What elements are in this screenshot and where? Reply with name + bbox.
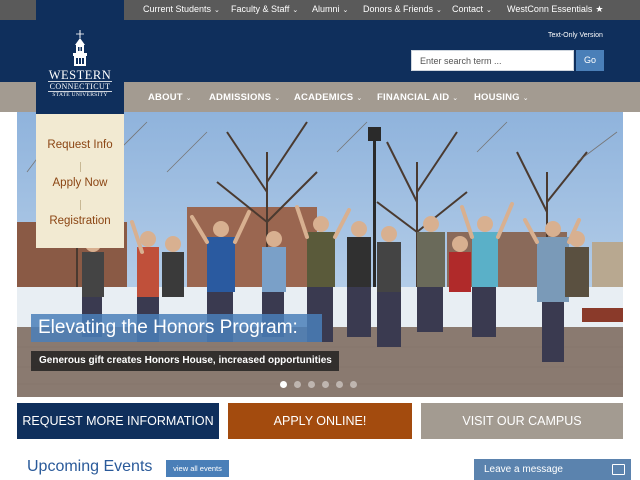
hero-subheadline[interactable]: Generous gift creates Honors House, incr… (31, 351, 339, 371)
slide-dot[interactable] (280, 381, 287, 388)
visit-campus-button[interactable]: VISIT OUR CAMPUS (421, 403, 623, 439)
nav-item-label: HOUSING (474, 92, 520, 103)
slide-dot[interactable] (350, 381, 357, 388)
nav-item-housing[interactable]: HOUSING ⌄ (474, 92, 529, 103)
util-nav-label: Current Students (143, 4, 212, 14)
quick-links-panel: Request Info Apply Now Registration (36, 114, 124, 248)
slide-dot[interactable] (294, 381, 301, 388)
search-go-button[interactable]: Go (576, 50, 604, 71)
chat-label: Leave a message (484, 464, 563, 475)
nav-item-label: ABOUT (148, 92, 183, 103)
nav-item-about[interactable]: ABOUT ⌄ (148, 92, 192, 103)
search-input[interactable] (411, 50, 574, 71)
slide-dot[interactable] (322, 381, 329, 388)
request-information-button[interactable]: REQUEST MORE INFORMATION (17, 403, 219, 439)
chevron-down-icon: ⌄ (292, 7, 299, 14)
events-heading: Upcoming Events (27, 458, 153, 475)
chevron-down-icon: ⌄ (522, 95, 529, 102)
nav-item-academics[interactable]: ACADEMICS ⌄ (294, 92, 362, 103)
util-nav-label: WestConn Essentials (507, 4, 593, 14)
chevron-down-icon: ⌄ (436, 7, 442, 14)
util-nav-label: Contact (452, 4, 484, 14)
util-nav-label: Faculty & Staff (231, 4, 290, 14)
leave-message-widget[interactable]: Leave a message (474, 459, 631, 480)
nav-item-label: FINANCIAL AID (377, 92, 450, 103)
request-info-link[interactable]: Request Info (36, 139, 124, 151)
logo-line-2: CONNECTICUT (49, 82, 111, 91)
util-nav-label: Donors & Friends (363, 4, 434, 14)
chevron-down-icon: ⌄ (342, 7, 349, 14)
quick-links-divider (80, 200, 81, 210)
logo-line-3: STATE UNIVERSITY (52, 92, 108, 98)
chevron-down-icon: ⌄ (185, 95, 192, 102)
chevron-down-icon: ⌄ (486, 7, 492, 14)
slide-dot[interactable] (336, 381, 343, 388)
util-nav-contact[interactable]: Contact ⌄ (452, 4, 492, 14)
chevron-down-icon: ⌄ (214, 7, 220, 14)
slide-dot[interactable] (308, 381, 315, 388)
star-icon: ★ (595, 4, 604, 14)
text-only-link[interactable]: Text-Only Version (548, 32, 603, 39)
registration-link[interactable]: Registration (36, 215, 124, 227)
nav-item-financial-aid[interactable]: FINANCIAL AID ⌄ (377, 92, 458, 103)
nav-item-label: ADMISSIONS (209, 92, 272, 103)
util-nav-current-students[interactable]: Current Students ⌄ (143, 4, 220, 14)
util-nav-donors-friends[interactable]: Donors & Friends ⌄ (363, 4, 442, 14)
util-nav-westconn-essentials[interactable]: WestConn Essentials ★ (507, 4, 603, 15)
quick-links-divider (80, 162, 81, 172)
util-nav-alumni[interactable]: Alumni ⌄ (312, 4, 348, 14)
university-logo[interactable]: WESTERN CONNECTICUT STATE UNIVERSITY (36, 0, 124, 124)
chevron-down-icon: ⌄ (452, 95, 459, 102)
chevron-down-icon: ⌄ (356, 95, 363, 102)
nav-item-admissions[interactable]: ADMISSIONS ⌄ (209, 92, 280, 103)
cupola-icon (73, 30, 87, 66)
view-all-events-button[interactable]: view all events (166, 460, 229, 477)
apply-now-link[interactable]: Apply Now (36, 177, 124, 189)
chat-window-icon[interactable] (612, 464, 625, 475)
chevron-down-icon: ⌄ (274, 95, 281, 102)
hero-headline[interactable]: Elevating the Honors Program: (31, 314, 322, 342)
nav-item-label: ACADEMICS (294, 92, 354, 103)
apply-online-button[interactable]: APPLY ONLINE! (228, 403, 412, 439)
util-nav-faculty-staff[interactable]: Faculty & Staff ⌄ (231, 4, 298, 14)
util-nav-label: Alumni (312, 4, 340, 14)
